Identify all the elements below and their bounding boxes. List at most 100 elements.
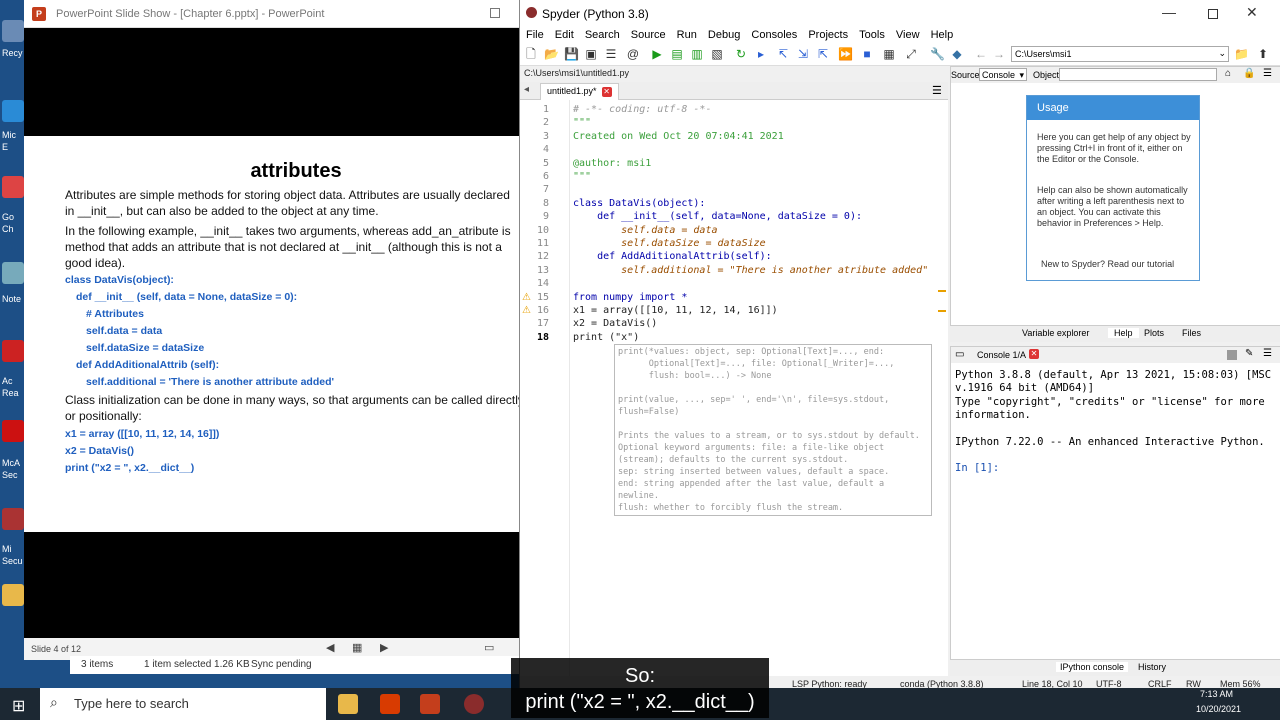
- spyder-window: Spyder (Python 3.8) — ✕ File Edit Search…: [519, 0, 1280, 692]
- toolbar: 🗋 📂 💾 ▣ ☰ @ ▶ ▤ ▥ ▧ ↻ ▸ ↸ ⇲ ⇱ ⏩ ■ ▦ ⤢ 🔧 …: [520, 44, 1280, 66]
- tab-ipython-console[interactable]: IPython console: [1056, 662, 1129, 672]
- forward-icon[interactable]: →: [992, 47, 1006, 61]
- windows-start-icon[interactable]: ⊞: [12, 696, 25, 716]
- list-icon[interactable]: ☰: [604, 47, 618, 61]
- menu-edit[interactable]: Edit: [555, 29, 574, 41]
- save-icon[interactable]: 💾: [564, 47, 579, 61]
- tab-help[interactable]: Help: [1108, 328, 1139, 338]
- continue-icon[interactable]: ⏩: [838, 47, 853, 61]
- file-explorer-icon[interactable]: [338, 694, 358, 714]
- maximize-pane-icon[interactable]: ▦: [882, 47, 896, 61]
- usage-tutorial-link[interactable]: New to Spyder? Read our tutorial: [1041, 259, 1199, 270]
- working-directory-input[interactable]: C:\Users\msi1 ⌄: [1011, 46, 1229, 62]
- line-number: 1: [542, 104, 549, 115]
- maximize-icon[interactable]: [1208, 9, 1218, 19]
- options-menu-icon[interactable]: ☰: [1263, 348, 1272, 359]
- run-selection-icon[interactable]: ▧: [710, 47, 724, 61]
- source-select[interactable]: Console ▾: [979, 68, 1027, 81]
- menu-file[interactable]: File: [526, 29, 544, 41]
- tab-files[interactable]: Files: [1182, 328, 1201, 338]
- console-tabs: IPython console History: [950, 660, 1280, 676]
- run-cell-advance-icon[interactable]: ▥: [690, 47, 704, 61]
- tab-variable-explorer[interactable]: Variable explorer: [1022, 328, 1089, 338]
- new-file-icon[interactable]: 🗋: [524, 47, 538, 61]
- subtitle-line: print ("x2 = ", x2.__dict__): [525, 691, 755, 713]
- run-icon[interactable]: ▶: [650, 47, 664, 61]
- browse-folder-icon[interactable]: 📁: [1234, 47, 1249, 61]
- console-line: In [1]:: [955, 462, 1000, 475]
- chrome-icon[interactable]: [2, 176, 24, 198]
- notepad-icon[interactable]: [2, 262, 24, 284]
- lock-icon[interactable]: 🔒: [1243, 68, 1255, 79]
- stop-console-icon[interactable]: [1227, 350, 1237, 360]
- warning-icon[interactable]: ⚠: [522, 292, 533, 303]
- code-editor[interactable]: 1 2 3 4 5 6 7 8 9 10 11 12 13 14 15 ⚠ 16 ⚠ 17 18 # -*- codi…: [520, 100, 948, 676]
- object-input[interactable]: [1059, 68, 1217, 81]
- menu-source[interactable]: Source: [631, 29, 666, 41]
- at-icon[interactable]: @: [626, 47, 640, 61]
- line-gutter: 1 2 3 4 5 6 7 8 9 10 11 12 13 14 15 ⚠ 16 ⚠ 17 18: [520, 100, 570, 676]
- recycle-bin-icon[interactable]: [2, 20, 24, 42]
- search-icon: ⌕: [50, 694, 58, 710]
- open-file-icon[interactable]: 📂: [544, 47, 559, 61]
- home-icon[interactable]: ⌂: [1225, 68, 1231, 79]
- wrench-icon[interactable]: 🔧: [930, 47, 945, 61]
- clear-console-icon[interactable]: ✎: [1245, 348, 1253, 359]
- menu-view[interactable]: View: [896, 29, 920, 41]
- fullscreen-icon[interactable]: ⤢: [904, 47, 918, 61]
- browse-tabs-icon[interactable]: ◂: [524, 84, 529, 95]
- close-icon[interactable]: ✕: [1246, 4, 1258, 21]
- console-line: IPython 7.22.0 -- An enhanced Interactiv…: [955, 435, 1265, 448]
- step-return-icon[interactable]: ⇱: [816, 47, 830, 61]
- rerun-icon[interactable]: ↻: [734, 47, 748, 61]
- run-cell-icon[interactable]: ▤: [670, 47, 684, 61]
- back-icon[interactable]: ←: [974, 47, 988, 61]
- slide-code: self.dataSize = dataSize: [86, 342, 205, 354]
- warning-icon[interactable]: ⚠: [522, 306, 533, 316]
- close-console-icon[interactable]: ✕: [1029, 349, 1039, 359]
- mcafee-icon[interactable]: [2, 420, 24, 442]
- acrobat-icon[interactable]: [2, 340, 24, 362]
- help-header: Source Console ▾ Object ⌂ 🔒 ☰: [951, 67, 1280, 83]
- maximize-icon[interactable]: [490, 8, 500, 18]
- close-tab-icon[interactable]: ✕: [601, 87, 612, 97]
- menu-debug[interactable]: Debug: [708, 29, 740, 41]
- slide-sorter-icon[interactable]: ▦: [352, 641, 362, 654]
- console-pane[interactable]: ▭ Console 1/A ✕ ✎ ☰ Python 3.8.8 (defaul…: [950, 346, 1280, 660]
- prev-slide-icon[interactable]: ◀: [326, 641, 334, 654]
- tab-history[interactable]: History: [1138, 662, 1166, 672]
- options-menu-icon[interactable]: ☰: [932, 84, 942, 97]
- console-tab-title[interactable]: Console 1/A: [977, 350, 1026, 360]
- slide-text: Class initialization can be done in many…: [65, 393, 520, 407]
- save-all-icon[interactable]: ▣: [584, 47, 598, 61]
- tab-plots[interactable]: Plots: [1144, 328, 1164, 338]
- office-icon[interactable]: [380, 694, 400, 714]
- menu-projects[interactable]: Projects: [808, 29, 848, 41]
- parent-dir-icon[interactable]: ⬆: [1256, 47, 1270, 61]
- edge-icon[interactable]: [2, 100, 24, 122]
- security-icon[interactable]: [2, 508, 24, 530]
- menu-search[interactable]: Search: [585, 29, 620, 41]
- spyder-title-bar: Spyder (Python 3.8) — ✕: [520, 0, 1280, 28]
- step-into-icon[interactable]: ⇲: [796, 47, 810, 61]
- powerpoint-taskbar-icon[interactable]: [420, 694, 440, 714]
- spyder-taskbar-icon[interactable]: [464, 694, 484, 714]
- calltip-line: print(value, ..., sep=' ', end='\n', fil…: [618, 395, 890, 405]
- python-icon[interactable]: ◆: [950, 47, 964, 61]
- step-icon[interactable]: ↸: [776, 47, 790, 61]
- folder-icon[interactable]: [2, 584, 24, 606]
- taskbar-search-box[interactable]: ⌕ Type here to search: [40, 688, 326, 720]
- options-menu-icon[interactable]: ☰: [1263, 68, 1272, 79]
- menu-consoles[interactable]: Consoles: [751, 29, 797, 41]
- tab-untitled1[interactable]: untitled1.py* ✕: [540, 83, 619, 100]
- view-icon[interactable]: ▭: [484, 641, 494, 654]
- debug-icon[interactable]: ▸: [754, 47, 768, 61]
- menu-tools[interactable]: Tools: [859, 29, 885, 41]
- chevron-down-icon[interactable]: ⌄: [1218, 48, 1226, 59]
- menu-run[interactable]: Run: [677, 29, 697, 41]
- minimize-icon[interactable]: —: [1162, 4, 1176, 20]
- menu-help[interactable]: Help: [931, 29, 954, 41]
- code-line: # -*- coding: utf-8 -*-: [573, 104, 712, 115]
- next-slide-icon[interactable]: ▶: [380, 641, 388, 654]
- stop-icon[interactable]: ■: [860, 47, 874, 61]
